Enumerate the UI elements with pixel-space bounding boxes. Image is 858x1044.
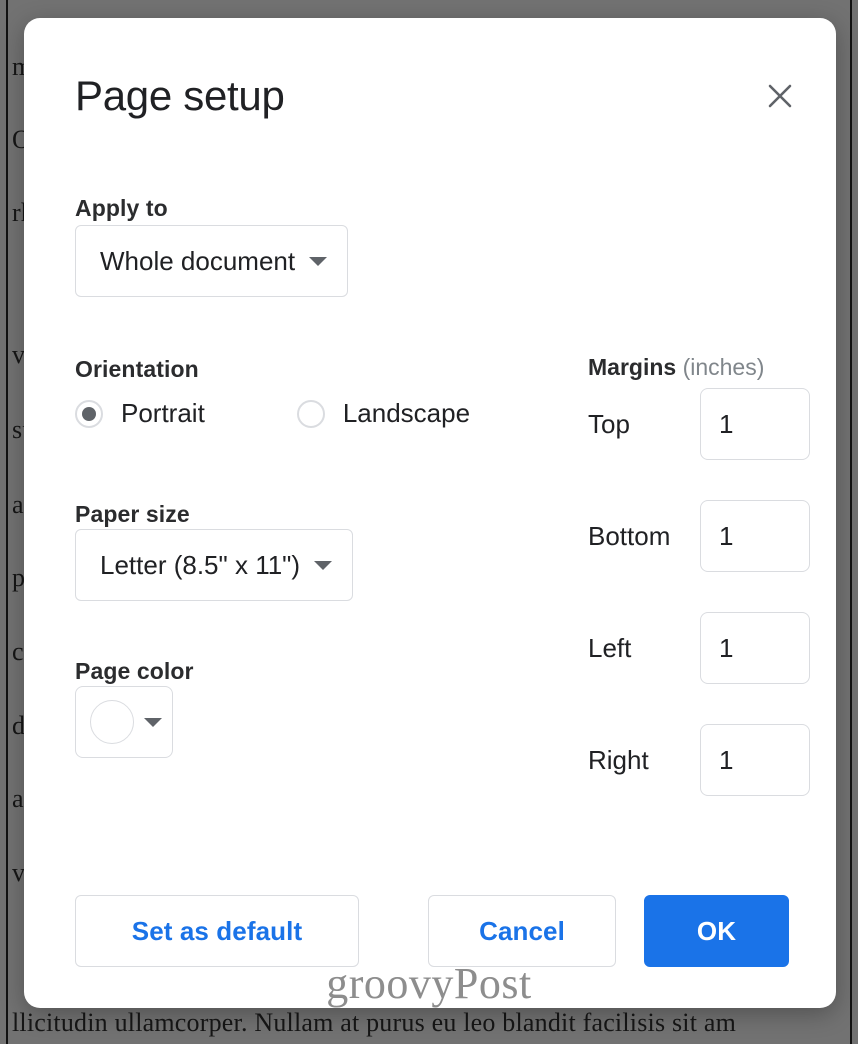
radio-portrait[interactable]: Portrait — [75, 398, 205, 429]
margin-bottom-label: Bottom — [588, 520, 671, 551]
ok-button[interactable]: OK — [644, 895, 789, 967]
close-icon[interactable] — [756, 72, 804, 120]
page-color-label: Page color — [75, 658, 194, 684]
page-color-swatch — [90, 700, 134, 744]
dialog-title: Page setup — [75, 72, 285, 119]
orientation-radio-group: Portrait Landscape — [75, 398, 470, 429]
margin-right-input[interactable] — [700, 724, 810, 796]
margins-heading-title: Margins — [588, 354, 677, 380]
apply-to-value: Whole document — [100, 245, 296, 276]
margin-row-bottom: Bottom — [588, 500, 810, 572]
screen: mauris of ODIO NO rhoncus nu vestibulum … — [0, 0, 858, 1044]
margin-top-label: Top — [588, 408, 630, 439]
margin-right-label: Right — [588, 744, 649, 775]
page-setup-dialog: Page setup Apply to Whole document Orien… — [24, 18, 836, 1008]
margin-row-left: Left — [588, 612, 810, 684]
margin-row-top: Top — [588, 388, 810, 460]
set-as-default-button[interactable]: Set as default — [75, 895, 359, 967]
chevron-down-icon — [314, 560, 333, 570]
margins-heading: Margins (inches) — [588, 354, 764, 381]
radio-landscape-label: Landscape — [342, 398, 471, 428]
radio-portrait-label: Portrait — [121, 398, 205, 428]
chevron-down-icon — [309, 256, 328, 266]
orientation-label: Orientation — [75, 356, 199, 382]
apply-to-label: Apply to — [75, 195, 168, 221]
margin-top-input[interactable] — [700, 388, 810, 460]
chevron-down-icon — [144, 717, 162, 727]
apply-to-select[interactable]: Whole document — [75, 225, 349, 297]
radio-portrait-mark — [75, 399, 103, 428]
margin-row-right: Right — [588, 724, 810, 796]
margins-heading-unit: (inches) — [676, 354, 765, 380]
paper-size-select[interactable]: Letter (8.5" x 11") — [75, 529, 354, 601]
paper-size-value: Letter (8.5" x 11") — [100, 549, 301, 580]
page-color-button[interactable] — [75, 686, 173, 758]
radio-landscape-mark — [296, 399, 325, 428]
margin-left-label: Left — [588, 632, 632, 663]
margin-left-input[interactable] — [700, 612, 810, 684]
margin-bottom-input[interactable] — [700, 500, 810, 572]
radio-landscape[interactable]: Landscape — [296, 398, 471, 429]
cancel-button[interactable]: Cancel — [428, 895, 616, 967]
paper-size-label: Paper size — [75, 501, 190, 527]
